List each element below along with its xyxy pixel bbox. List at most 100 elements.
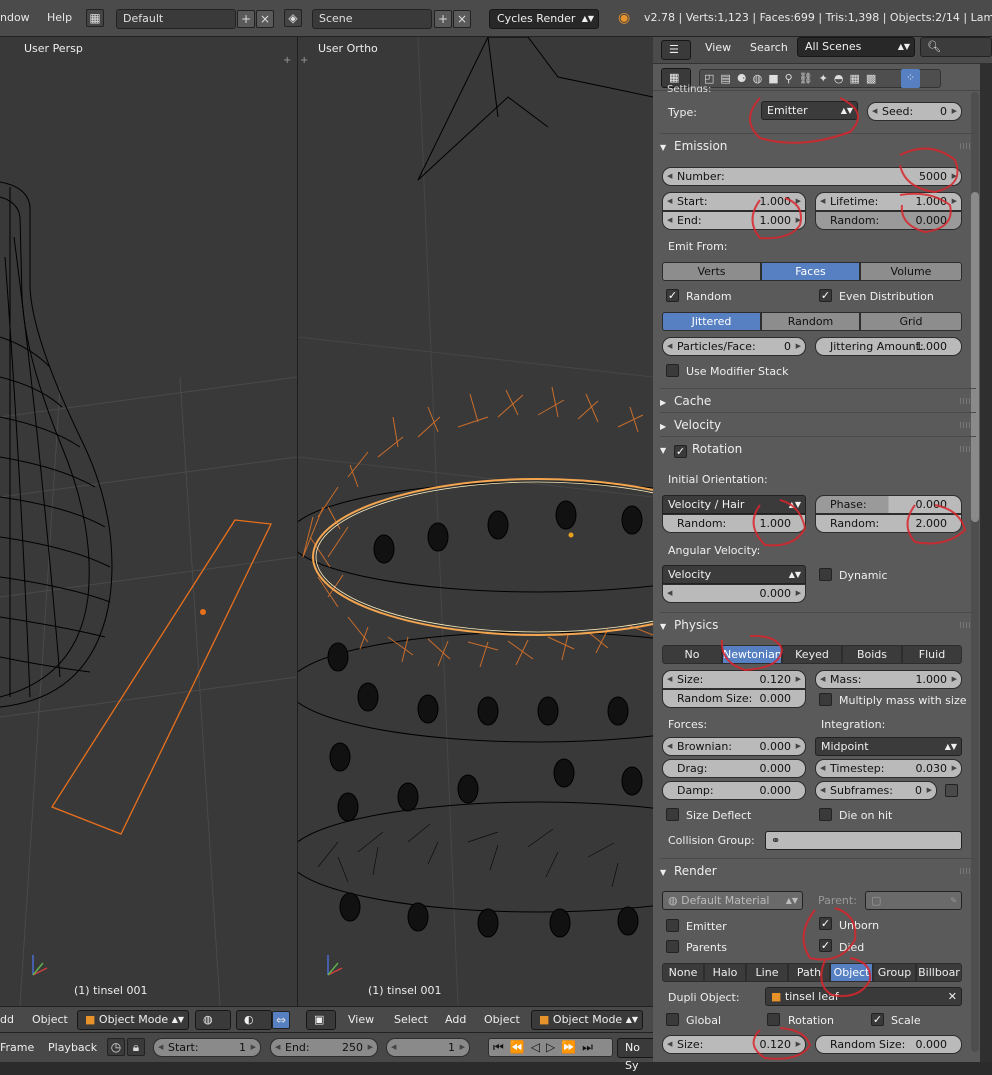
even-distribution-checkbox[interactable]: ✓ [819, 289, 832, 302]
add-layout-icon[interactable]: + [237, 10, 255, 28]
start-frame-field[interactable]: ◀ Start: 1 ▶ [153, 1038, 261, 1057]
drag-field[interactable]: Drag: 0.000 [662, 759, 806, 778]
physics-fluid-button[interactable]: Fluid [902, 645, 962, 664]
emission-panel-header[interactable]: ▼ Emission [660, 133, 976, 157]
render-size-field[interactable]: ◀ Size: 0.120 ▶ [662, 1035, 806, 1054]
rotation-checkbox[interactable] [767, 1013, 780, 1026]
parent-field[interactable]: ▢ ✎ [865, 891, 962, 910]
distribution-grid-button[interactable]: Grid [860, 312, 962, 331]
physics-panel-header[interactable]: ▼ Physics [660, 612, 976, 636]
particles-per-face-field[interactable]: ◀ Particles/Face: 0 ▶ [662, 337, 806, 356]
render-panel-header[interactable]: ▼ Render [660, 858, 976, 882]
parents-checkbox[interactable] [666, 940, 679, 953]
end-field[interactable]: ◀ End: 1.000 ▶ [662, 211, 806, 230]
search-input[interactable]: 🔍︎ [920, 37, 992, 57]
render-halo-button[interactable]: Halo [704, 963, 746, 982]
brownian-field[interactable]: ◀ Brownian: 0.000 ▶ [662, 737, 806, 756]
adaptive-subframes-checkbox[interactable] [945, 784, 958, 797]
dupli-object-field[interactable]: ■ tinsel leaf ✕ [765, 987, 962, 1006]
start-field[interactable]: ◀ Start: 1.000 ▶ [662, 192, 806, 211]
menu-search[interactable]: Search [750, 41, 788, 54]
physics-random-size-field[interactable]: Random Size: 0.000 [662, 689, 806, 708]
render-path-button[interactable]: Path [788, 963, 830, 982]
damp-field[interactable]: Damp: 0.000 [662, 781, 806, 800]
editor-type-select[interactable]: ▣ [306, 1010, 336, 1030]
menu-add[interactable]: Add [445, 1013, 466, 1026]
viewport-ortho[interactable]: User Ortho (1) tinsel 001 + [298, 37, 653, 1006]
particles-tab-icon[interactable]: ⁘ [901, 69, 920, 88]
dynamic-checkbox[interactable] [819, 568, 832, 581]
add-scene-icon[interactable]: + [434, 10, 452, 28]
emit-verts-button[interactable]: Verts [662, 262, 761, 281]
render-billboard-button[interactable]: Billboar [916, 963, 962, 982]
menu-view[interactable]: View [705, 41, 731, 54]
screen-layout-icon[interactable]: ▦ [86, 9, 104, 27]
rotation-random-field[interactable]: Random: 1.000 [662, 514, 806, 533]
size-deflect-checkbox[interactable] [666, 808, 679, 821]
scrollbar-thumb[interactable] [971, 192, 979, 522]
render-engine-select[interactable]: Cycles Render ▲▼ [489, 9, 599, 29]
distribution-jittered-button[interactable]: Jittered [662, 312, 761, 331]
emit-volume-button[interactable]: Volume [860, 262, 962, 281]
number-field[interactable]: ◀ Number: 5000 ▶ [662, 167, 962, 186]
distribution-random-button[interactable]: Random [761, 312, 860, 331]
scene-field[interactable]: Scene [312, 9, 432, 29]
lifetime-random-field[interactable]: Random: 0.000 [815, 211, 962, 230]
menu-object[interactable]: Object [484, 1013, 520, 1026]
unborn-checkbox[interactable]: ✓ [819, 917, 832, 930]
menu-select[interactable]: Select [394, 1013, 428, 1026]
menu-window[interactable]: ndow [0, 11, 30, 24]
menu-frame[interactable]: Frame [0, 1041, 34, 1054]
velocity-panel-header[interactable]: ▶ Velocity [660, 412, 976, 436]
drag-grip-icon[interactable] [960, 422, 970, 428]
angular-mode-select[interactable]: Velocity ▲▼ [662, 565, 806, 584]
menu-object[interactable]: Object [32, 1013, 68, 1026]
drag-grip-icon[interactable] [960, 398, 970, 404]
menu-help[interactable]: Help [47, 11, 72, 24]
phase-field[interactable]: Phase: 0.000 [815, 495, 962, 514]
menu-playback[interactable]: Playback [48, 1041, 97, 1054]
integration-select[interactable]: Midpoint ▲▼ [815, 737, 962, 756]
playback-controls[interactable]: ⏮⏪◁▷⏩⏭ [488, 1038, 613, 1057]
mode-select[interactable]: ■ Object Mode ▲▼ [77, 1010, 189, 1030]
lock-icon[interactable]: 🔒︎ [127, 1038, 145, 1056]
render-none-button[interactable]: None [662, 963, 704, 982]
mode-select[interactable]: ■ Object Mode ▲▼ [531, 1010, 643, 1030]
drag-grip-icon[interactable] [960, 868, 970, 874]
emitter-checkbox[interactable] [666, 919, 679, 932]
seed-field[interactable]: ◀ Seed: 0 ▶ [867, 102, 962, 121]
sync-select[interactable]: No Sy [617, 1038, 657, 1072]
collision-group-field[interactable]: ⚭ [765, 831, 962, 850]
render-object-button[interactable]: Object [830, 963, 873, 982]
scale-checkbox[interactable]: ✓ [871, 1013, 884, 1026]
type-select[interactable]: Emitter ▲▼ [761, 101, 858, 120]
physics-size-field[interactable]: ◀ Size: 0.120 ▶ [662, 670, 806, 689]
random-checkbox[interactable]: ✓ [666, 289, 679, 302]
split-plus-icon[interactable]: + [283, 55, 291, 66]
material-select[interactable]: ◍ Default Material ▲▼ [662, 891, 803, 910]
physics-newtonian-button[interactable]: Newtonian [722, 645, 782, 664]
viewport-persp[interactable]: User Persp (1) tinsel 001 + [0, 37, 297, 1006]
render-random-size-field[interactable]: Random Size: 0.000 [815, 1035, 962, 1054]
layout-field[interactable]: Default [116, 9, 236, 29]
rotation-panel-header[interactable]: ▼ ✓ Rotation [660, 436, 976, 460]
modifier-stack-checkbox[interactable] [666, 364, 679, 377]
phase-random-field[interactable]: Random: 2.000 [815, 514, 962, 533]
menu-view[interactable]: View [348, 1013, 374, 1026]
viewport-shading-select[interactable]: ◐ [236, 1010, 272, 1030]
remove-scene-icon[interactable]: × [453, 10, 471, 28]
angular-amount-field[interactable]: ◀ 0.000 ▶ [662, 584, 806, 603]
die-on-hit-checkbox[interactable] [819, 808, 832, 821]
multiply-mass-checkbox[interactable] [819, 693, 832, 706]
editor-type-select[interactable]: ☰ [661, 40, 691, 60]
pivot-select[interactable]: ◍ [195, 1010, 231, 1030]
cache-panel-header[interactable]: ▶ Cache [660, 388, 976, 412]
clock-icon[interactable]: ◷ [107, 1038, 125, 1056]
remove-layout-icon[interactable]: × [256, 10, 274, 28]
end-frame-field[interactable]: ◀ End: 250 ▶ [270, 1038, 378, 1057]
scope-select[interactable]: All Scenes ▲▼ [797, 37, 915, 57]
physics-boids-button[interactable]: Boids [842, 645, 902, 664]
lifetime-field[interactable]: ◀ Lifetime: 1.000 ▶ [815, 192, 962, 211]
physics-keyed-button[interactable]: Keyed [782, 645, 842, 664]
orientation-select[interactable]: Velocity / Hair ▲▼ [662, 495, 806, 514]
